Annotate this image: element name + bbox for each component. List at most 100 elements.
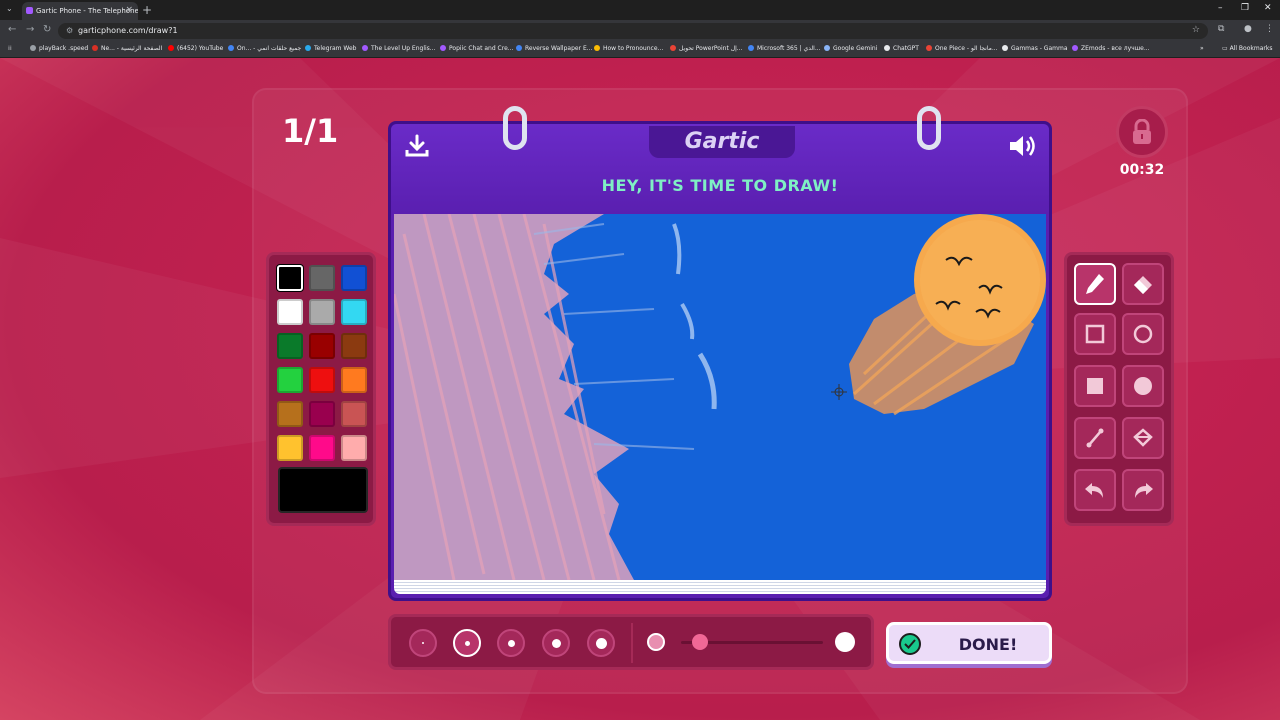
color-swatch[interactable] (309, 435, 335, 461)
brush-size-4[interactable] (542, 629, 570, 657)
color-swatch[interactable] (309, 401, 335, 427)
opacity-slider-handle[interactable] (692, 634, 708, 650)
browser-menu-icon[interactable]: ⋮ (1265, 24, 1274, 34)
color-swatch[interactable] (341, 401, 367, 427)
site-info-icon[interactable]: ⚙ (66, 26, 73, 35)
address-bar[interactable]: ⚙ garticphone.com/draw?1 ☆ (58, 23, 1208, 39)
color-swatch[interactable] (341, 367, 367, 393)
tool-undo[interactable] (1074, 469, 1116, 511)
bookmark-item[interactable]: Reverse Wallpaper E... (516, 45, 592, 52)
tool-filled-rectangle[interactable] (1074, 365, 1116, 407)
bookmark-item[interactable]: ChatGPT (884, 45, 919, 52)
tool-line[interactable] (1074, 417, 1116, 459)
restore-icon[interactable]: ❐ (1241, 3, 1249, 13)
redo-icon (1135, 483, 1153, 498)
bookmark-item[interactable]: Popiic Chat and Cre... (440, 45, 514, 52)
line-icon (1086, 428, 1104, 448)
ellipse-filled-icon (1134, 377, 1152, 395)
opacity-max-icon (835, 632, 855, 652)
bookmark-favicon-icon (30, 45, 36, 51)
profile-avatar-icon[interactable]: ● (1244, 24, 1252, 34)
tool-ellipse[interactable] (1122, 313, 1164, 355)
bookmark-favicon-icon (594, 45, 600, 51)
tool-eraser[interactable] (1122, 263, 1164, 305)
fill-bucket-icon (1133, 428, 1153, 447)
volume-icon[interactable] (1007, 132, 1037, 160)
color-swatch[interactable] (277, 333, 303, 359)
size-dot-icon (464, 640, 470, 646)
brush-size-1[interactable] (409, 629, 437, 657)
color-swatch[interactable] (341, 333, 367, 359)
tool-filled-ellipse[interactable] (1122, 365, 1164, 407)
game-page: 1/1 00:32 Gartic HEY, IT'S TIME TO DRAW! (0, 58, 1280, 720)
color-swatch[interactable] (309, 265, 335, 291)
bookmark-item[interactable]: How to Pronounce... (594, 45, 663, 52)
color-swatch[interactable] (309, 333, 335, 359)
brush-size-5[interactable] (587, 629, 615, 657)
lock-button[interactable] (1116, 106, 1168, 158)
bookmark-item[interactable]: ZEmods - все лучше... (1072, 45, 1150, 52)
bookmark-item[interactable]: The Level Up Englis... (362, 45, 436, 52)
bookmark-item[interactable]: Microsoft 365 | الدي... (748, 45, 821, 52)
current-color-preview (278, 467, 368, 513)
brush-size-2[interactable] (453, 629, 481, 657)
tool-rectangle[interactable] (1074, 313, 1116, 355)
new-tab-icon[interactable]: + (142, 3, 152, 17)
color-swatch[interactable] (277, 435, 303, 461)
color-swatch[interactable] (277, 299, 303, 325)
tab-search-chevron-icon[interactable]: ⌄ (6, 4, 13, 13)
brush-settings-bar (388, 614, 874, 670)
apps-grid-icon[interactable]: ⁞⁞ (8, 45, 12, 52)
reload-icon[interactable]: ↻ (43, 24, 51, 35)
bookmark-item[interactable]: On... - جميع حلقات انمي (228, 45, 301, 52)
color-swatch[interactable] (277, 401, 303, 427)
color-swatch[interactable] (341, 265, 367, 291)
color-swatch[interactable] (309, 367, 335, 393)
more-bookmarks-icon[interactable]: » (1200, 45, 1204, 52)
opacity-min-icon (647, 633, 665, 651)
bookmark-item[interactable]: Ne... - الصفحة الرئيسية (92, 45, 162, 52)
browser-tab[interactable]: Gartic Phone - The Telephone G × (22, 2, 138, 20)
rectangle-outline-icon (1085, 324, 1105, 344)
tool-pencil[interactable] (1074, 263, 1116, 305)
canvas-drawing (394, 214, 1046, 580)
bookmark-item[interactable]: One Piece - مانجا الو... (926, 45, 998, 52)
bookmark-item[interactable]: Telegram Web (305, 45, 356, 52)
back-icon[interactable]: ← (8, 24, 16, 35)
minimize-icon[interactable]: – (1218, 3, 1223, 13)
tool-redo[interactable] (1122, 469, 1164, 511)
forward-icon[interactable]: → (26, 24, 34, 35)
bookmark-item[interactable]: playBack .speed (30, 45, 88, 52)
bookmark-item[interactable]: (6452) YouTube (168, 45, 223, 52)
color-swatch[interactable] (341, 435, 367, 461)
bookmark-favicon-icon (168, 45, 174, 51)
tab-close-icon[interactable]: × (125, 5, 133, 15)
color-swatch[interactable] (277, 265, 303, 291)
bookmark-favicon-icon (92, 45, 98, 51)
ellipse-outline-icon (1133, 324, 1153, 344)
done-button[interactable]: DONE! (886, 622, 1052, 664)
color-swatch[interactable] (309, 299, 335, 325)
bookmark-item[interactable]: Google Gemini (824, 45, 877, 52)
draw-prompt-headline: HEY, IT'S TIME TO DRAW! (601, 176, 839, 195)
undo-icon (1085, 483, 1103, 498)
bookmark-item[interactable]: Gammas - Gamma (1002, 45, 1068, 52)
binder-ring-right (917, 106, 941, 150)
color-swatch[interactable] (277, 367, 303, 393)
done-label: DONE! (958, 635, 1018, 654)
all-bookmarks-folder[interactable]: ▭ All Bookmarks (1222, 45, 1272, 52)
url-text: garticphone.com/draw?1 (78, 26, 178, 35)
drawing-board: Gartic HEY, IT'S TIME TO DRAW! (388, 106, 1052, 601)
close-window-icon[interactable]: ✕ (1264, 3, 1272, 13)
bookmark-star-icon[interactable]: ☆ (1192, 25, 1200, 35)
download-icon[interactable] (403, 132, 431, 160)
color-swatch[interactable] (341, 299, 367, 325)
gartic-favicon-icon (26, 7, 33, 14)
bookmark-favicon-icon (228, 45, 234, 51)
bookmark-item[interactable]: تحويل PowerPoint إل... (670, 45, 742, 52)
bookmark-favicon-icon (748, 45, 754, 51)
extensions-icon[interactable]: ⧉ (1218, 24, 1224, 34)
drawing-canvas[interactable] (394, 214, 1046, 580)
brush-size-3[interactable] (497, 629, 525, 657)
tool-fill[interactable] (1122, 417, 1164, 459)
